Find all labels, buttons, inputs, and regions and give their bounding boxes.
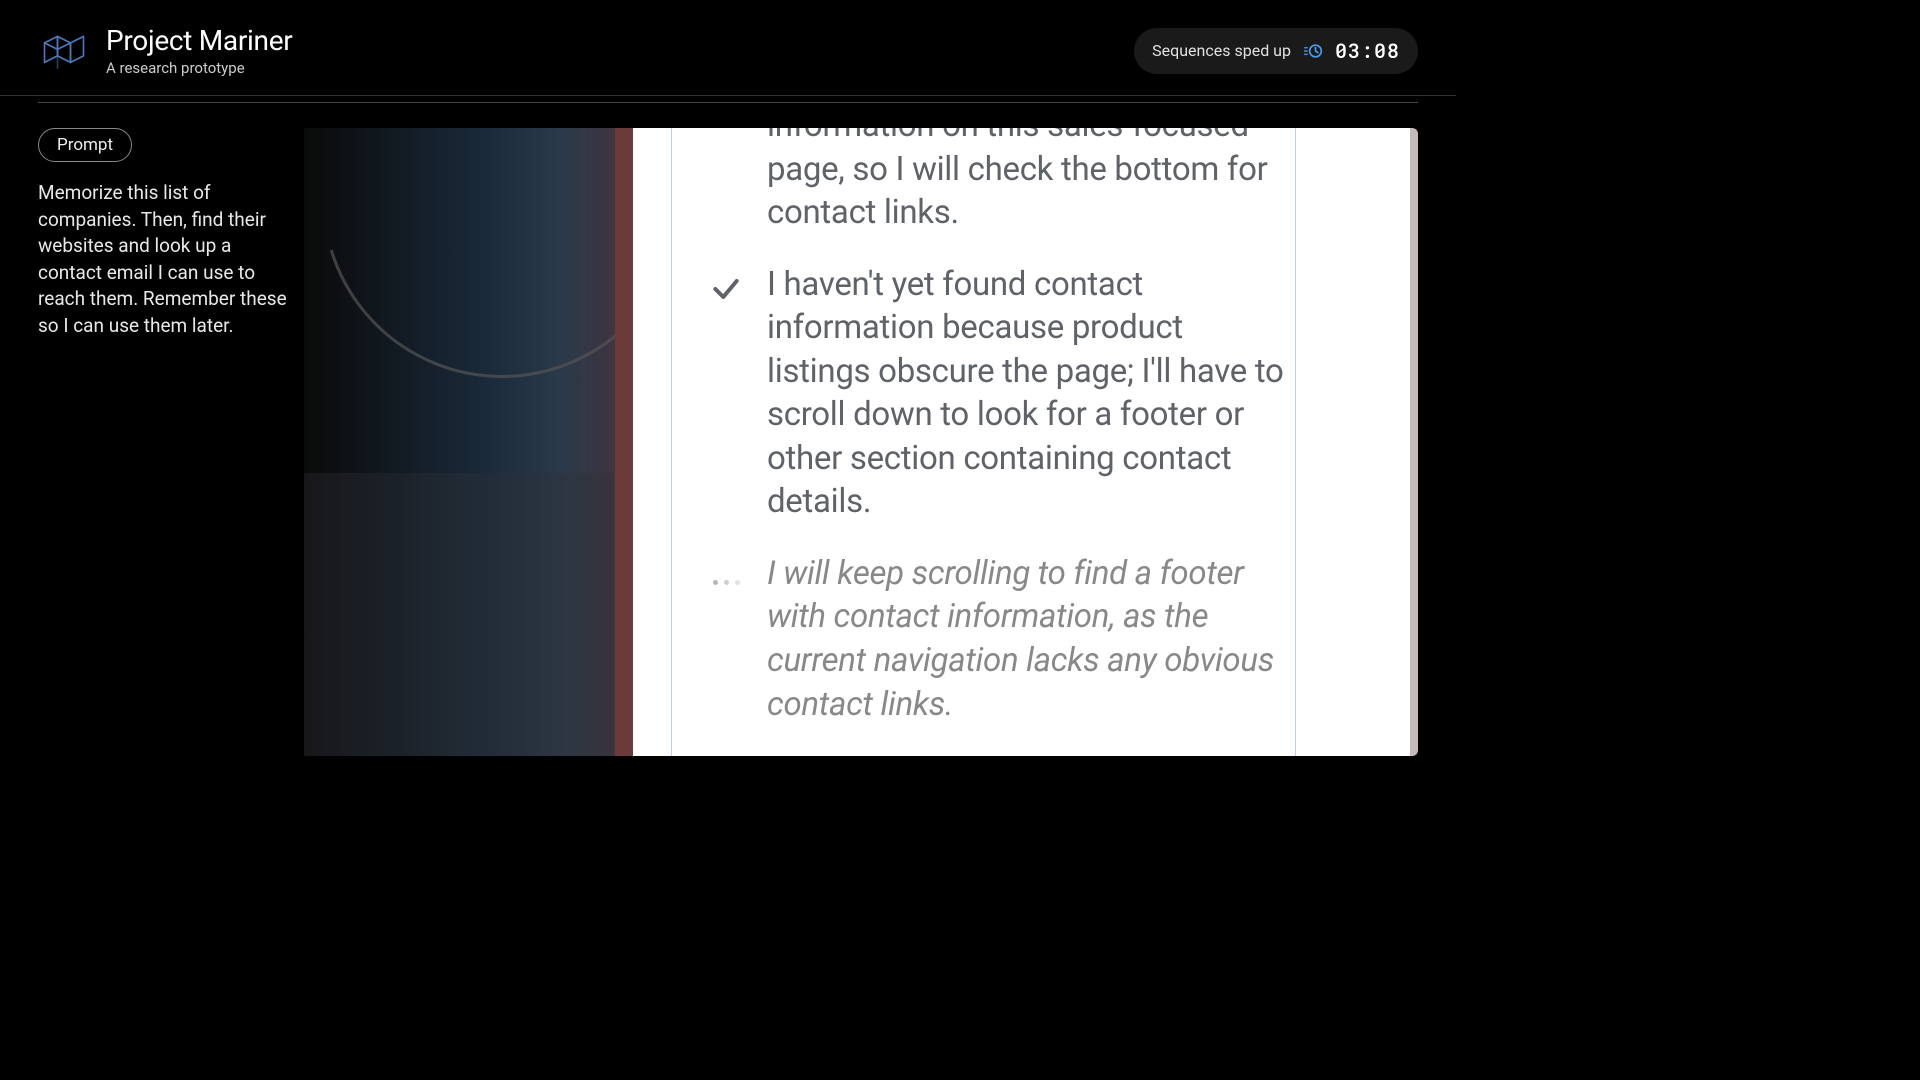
reasoning-sheet[interactable]: information on this sales-focused page, … — [633, 128, 1418, 756]
step-text-partial: information on this sales-focused page, … — [767, 128, 1288, 235]
prompt-chip: Prompt — [38, 128, 132, 162]
step-text-thinking: I will keep scrolling to find a footer w… — [767, 552, 1288, 726]
accent-stripe — [615, 128, 633, 756]
step-text-done: I haven't yet found contact information … — [767, 263, 1288, 524]
check-icon — [709, 263, 743, 524]
agent-canvas: information on this sales-focused page, … — [304, 128, 1418, 756]
thinking-dots-icon — [709, 552, 743, 726]
preview-placeholder — [304, 473, 614, 756]
status-badge: Sequences sped up 03:08 — [1134, 28, 1418, 74]
app-title: Project Mariner — [106, 24, 292, 57]
reasoning-step: information on this sales-focused page, … — [709, 128, 1288, 235]
header-divider — [38, 102, 1418, 103]
elapsed-time: 03:08 — [1335, 38, 1400, 64]
clock-icon — [1303, 41, 1323, 61]
prompt-text: Memorize this list of companies. Then, f… — [38, 180, 300, 340]
margin-line-left — [671, 128, 672, 756]
app-subtitle: A research prototype — [106, 59, 292, 77]
speed-label: Sequences sped up — [1152, 41, 1291, 60]
brand-block: Project Mariner A research prototype — [38, 24, 292, 77]
mariner-logo-icon — [38, 25, 90, 77]
reasoning-step: I haven't yet found contact information … — [709, 263, 1288, 524]
margin-line-right — [1295, 128, 1296, 756]
reasoning-step-active: I will keep scrolling to find a footer w… — [709, 552, 1288, 726]
